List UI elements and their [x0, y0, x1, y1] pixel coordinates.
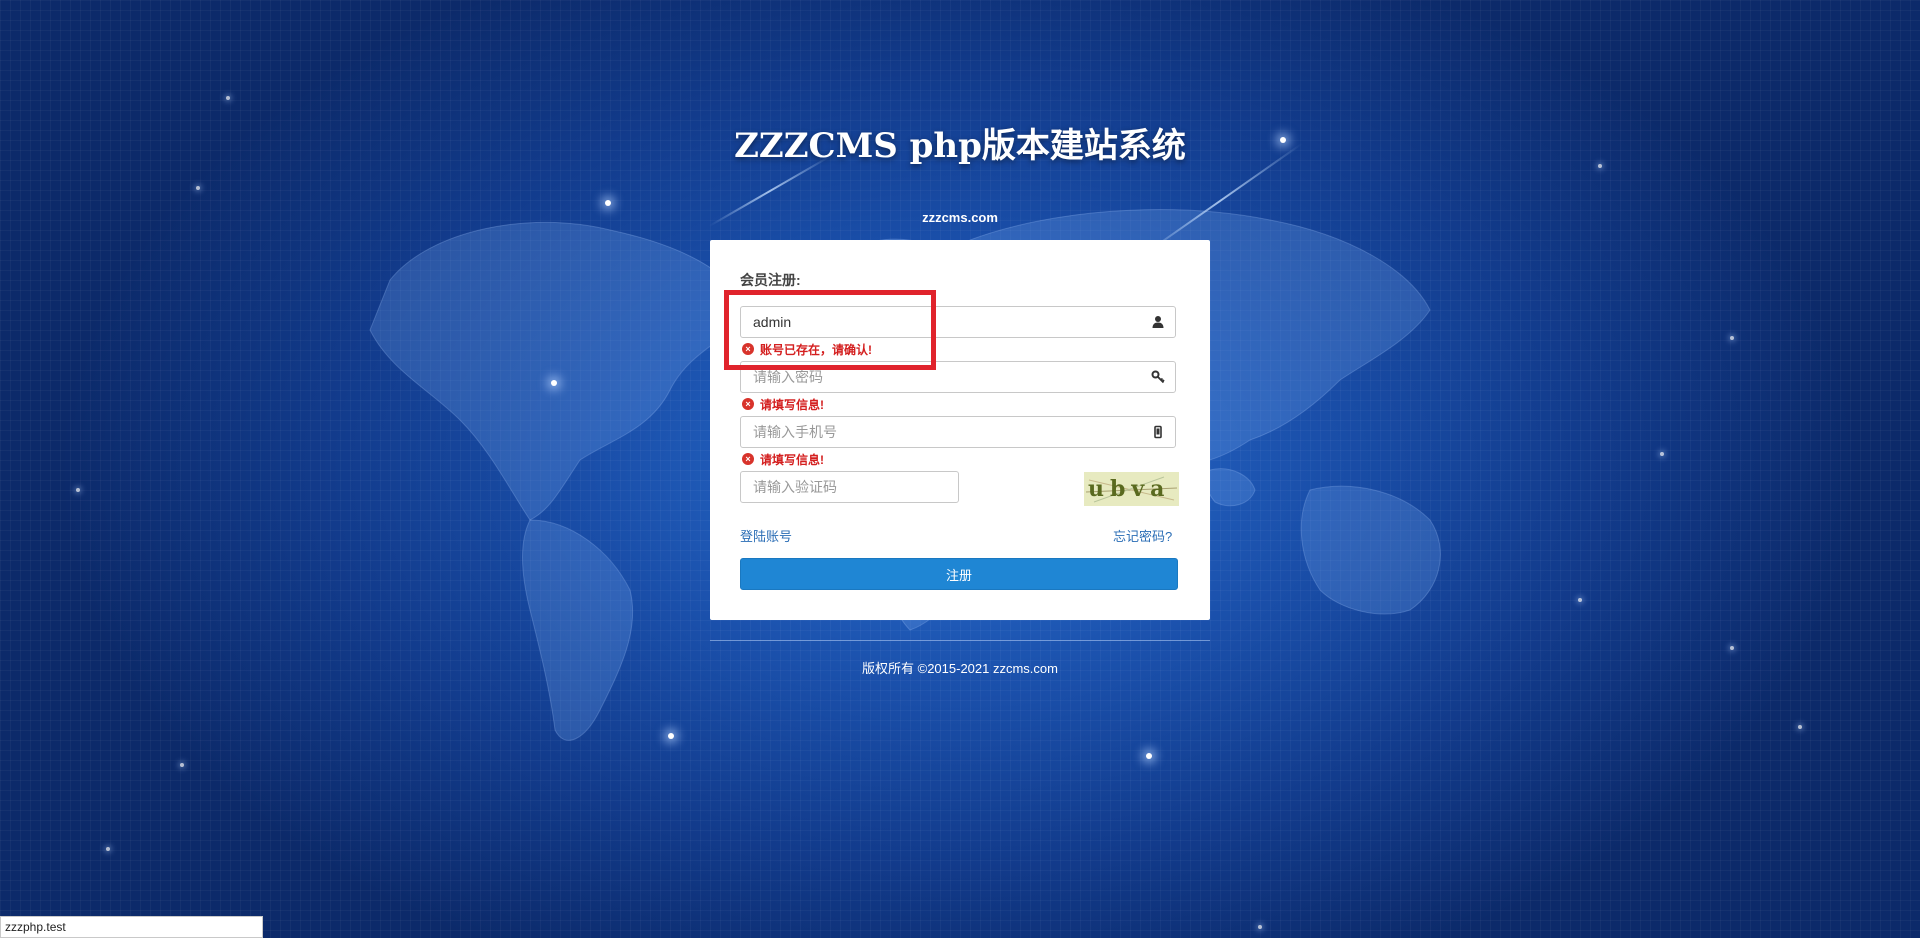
- captcha-input[interactable]: [741, 472, 953, 502]
- star: [1578, 598, 1582, 602]
- site-title: ZZZCMS php版本建站系统: [734, 126, 1186, 166]
- phone-input[interactable]: [741, 417, 1143, 447]
- username-error-text: 账号已存在，请确认!: [760, 342, 872, 357]
- star: [1146, 753, 1152, 759]
- error-icon: ×: [742, 398, 754, 410]
- error-icon: ×: [742, 343, 754, 355]
- register-button[interactable]: 注册: [740, 558, 1178, 590]
- key-icon: [1151, 370, 1165, 384]
- phone-error: × 请填写信息!: [742, 451, 824, 467]
- password-field[interactable]: [740, 361, 1176, 393]
- star: [76, 488, 80, 492]
- username-field[interactable]: [740, 306, 1176, 338]
- phone-field[interactable]: [740, 416, 1176, 448]
- captcha-image[interactable]: ubva: [1084, 472, 1179, 506]
- star: [1258, 925, 1262, 929]
- star: [1730, 336, 1734, 340]
- copyright-text: 版权所有 ©2015-2021 zzcms.com: [862, 661, 1058, 676]
- star: [1730, 646, 1734, 650]
- star: [605, 200, 611, 206]
- password-input[interactable]: [741, 362, 1143, 392]
- username-error: × 账号已存在，请确认!: [742, 341, 872, 357]
- form-heading: 会员注册:: [740, 272, 801, 288]
- star: [180, 763, 184, 767]
- star: [668, 733, 674, 739]
- site-domain: zzzcms.com: [922, 210, 998, 225]
- star: [551, 380, 557, 386]
- star: [1660, 452, 1664, 456]
- login-link[interactable]: 登陆账号: [740, 526, 792, 545]
- browser-status-bar: zzzphp.test: [0, 916, 263, 938]
- phone-error-text: 请填写信息!: [760, 452, 824, 467]
- username-input[interactable]: [741, 307, 1143, 337]
- password-error-text: 请填写信息!: [760, 397, 824, 412]
- star: [226, 96, 230, 100]
- captcha-text: ubva: [1088, 476, 1170, 502]
- user-icon: [1152, 316, 1164, 328]
- star: [1798, 725, 1802, 729]
- forgot-password-link[interactable]: 忘记密码?: [1113, 526, 1172, 545]
- captcha-field[interactable]: [740, 471, 959, 503]
- mobile-icon: [1154, 425, 1162, 439]
- error-icon: ×: [742, 453, 754, 465]
- register-panel: 会员注册: × 账号已存在，请确认! × 请填写信息! × 请填写信息!: [710, 240, 1210, 620]
- password-error: × 请填写信息!: [742, 396, 824, 412]
- footer-divider: [710, 640, 1210, 641]
- star: [106, 847, 110, 851]
- star: [196, 186, 200, 190]
